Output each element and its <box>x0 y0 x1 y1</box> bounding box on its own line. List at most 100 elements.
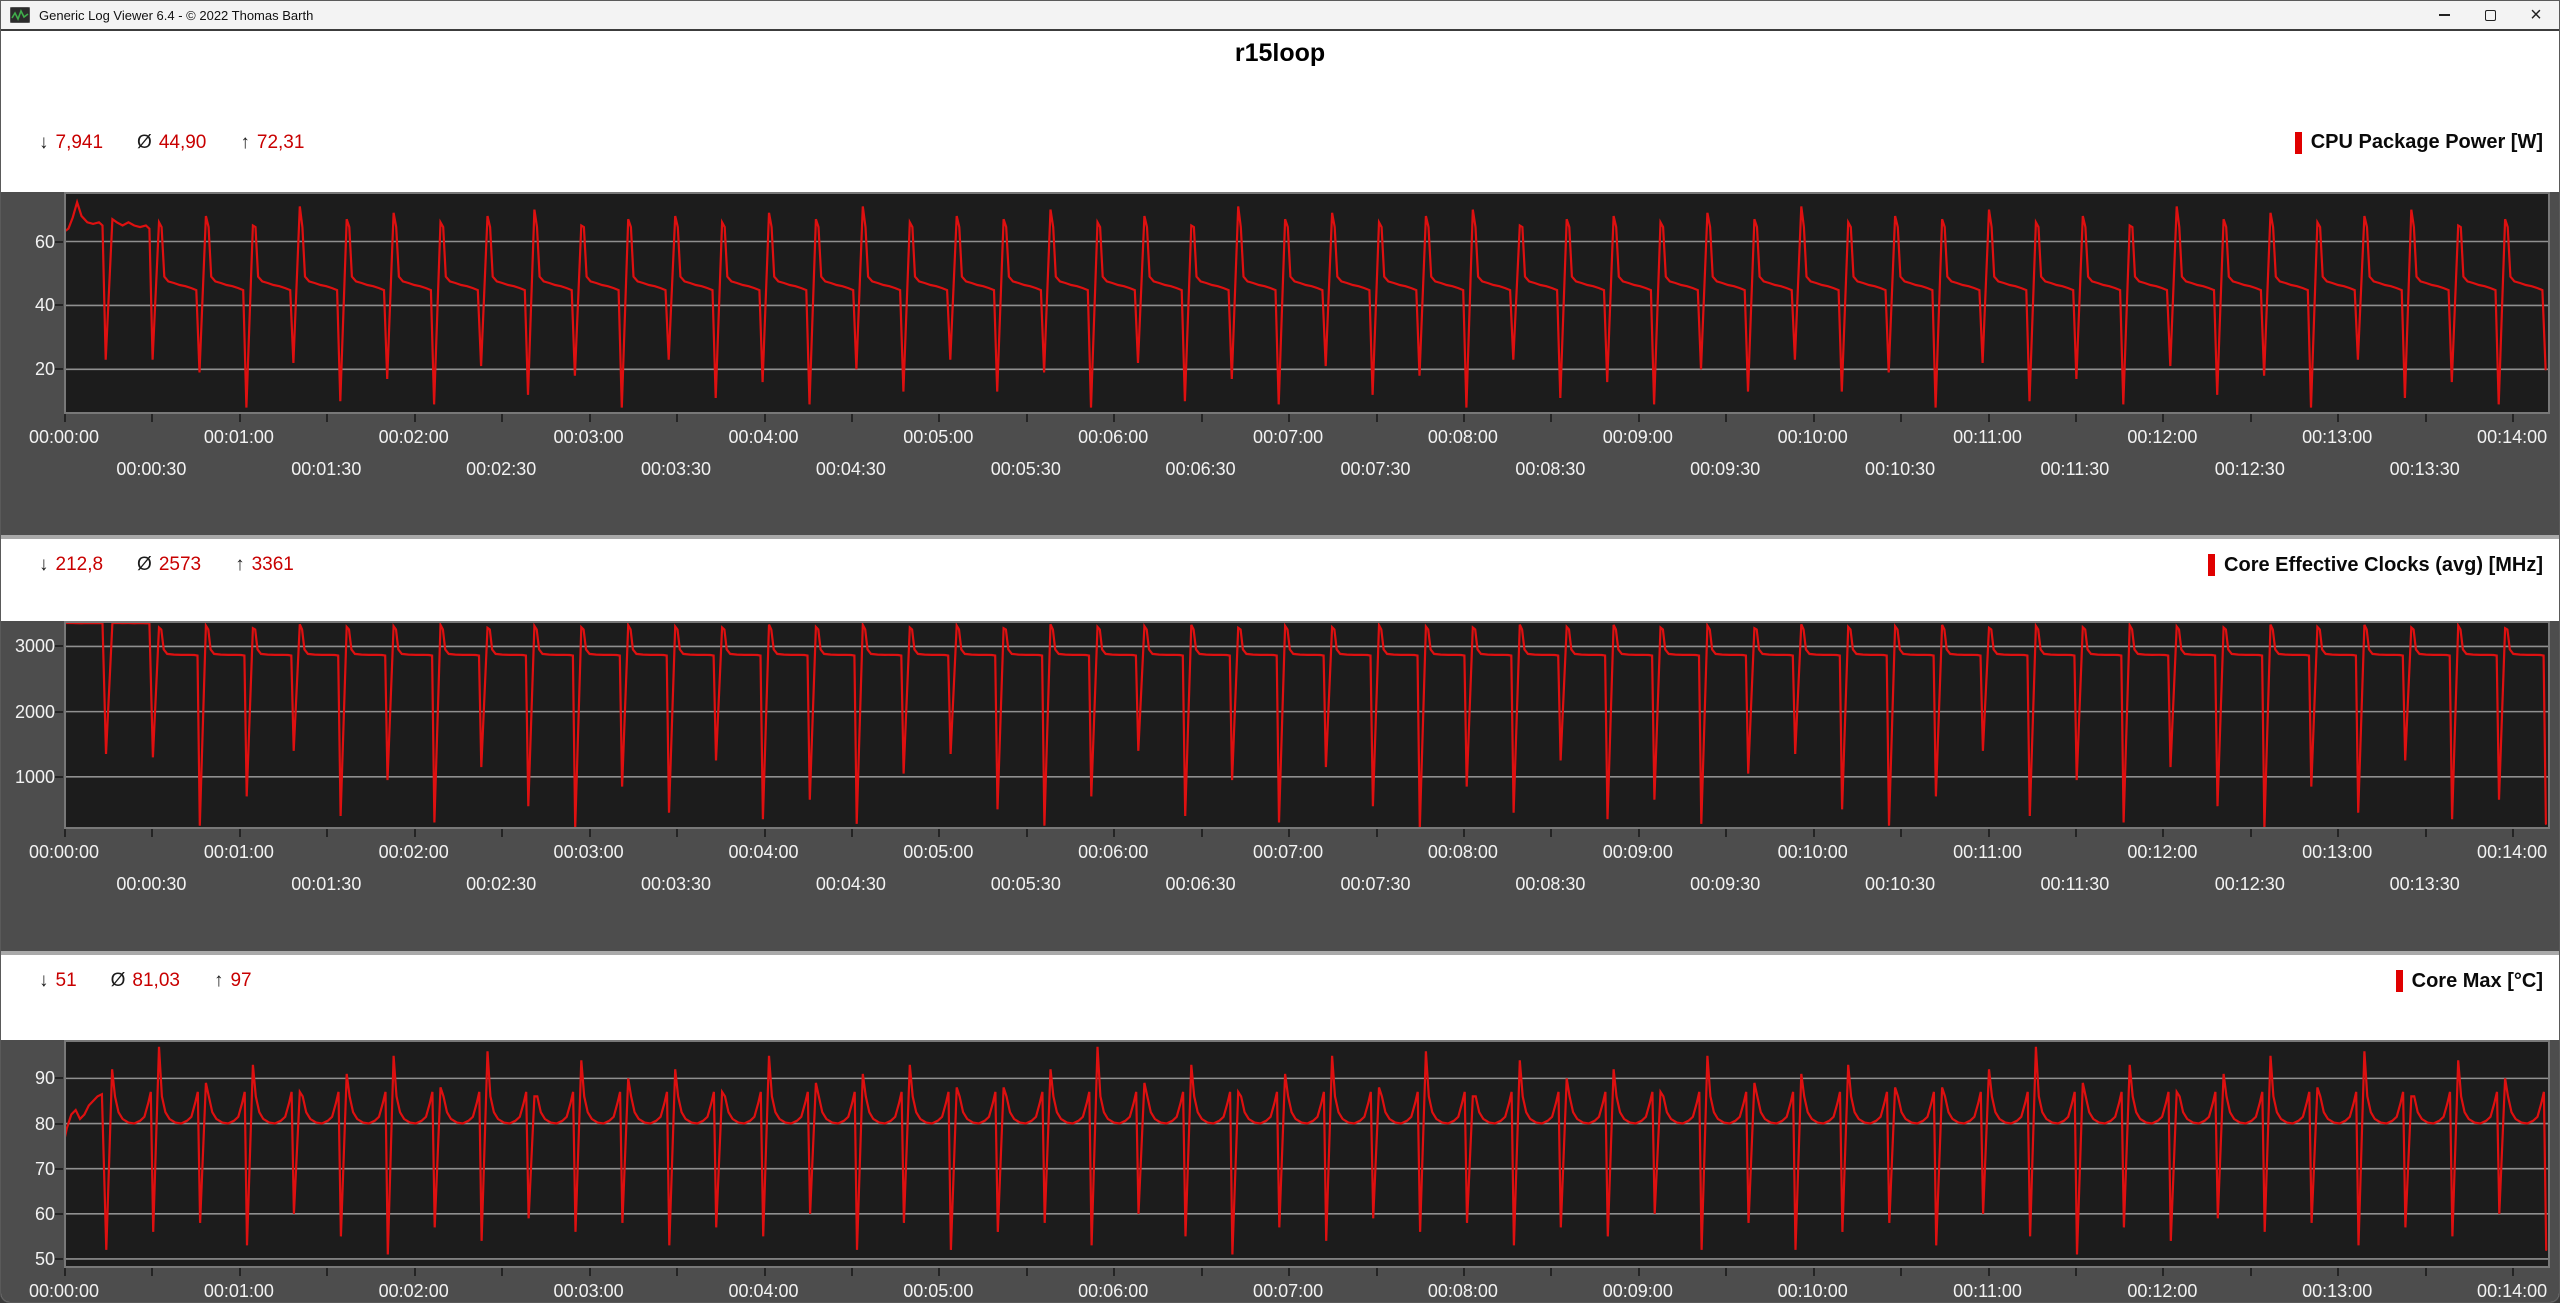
x-axis-tick-label: 00:11:00 <box>1953 1281 2022 1302</box>
app-window: Generic Log Viewer 6.4 - © 2022 Thomas B… <box>0 0 2560 1303</box>
x-axis-tick-label: 00:05:00 <box>903 842 973 863</box>
chart2-series-title: Core Effective Clocks (avg) [MHz] <box>2224 554 2543 577</box>
y-axis-tick <box>55 304 63 306</box>
x-axis-tick <box>1201 829 1203 837</box>
x-axis-tick <box>1113 1268 1115 1276</box>
titlebar: Generic Log Viewer 6.4 - © 2022 Thomas B… <box>1 1 2559 31</box>
chart1-series-title: CPU Package Power [W] <box>2311 131 2543 154</box>
chart1-avg-value: 44,90 <box>159 132 207 154</box>
x-axis-tick-label: 00:11:30 <box>2041 459 2110 480</box>
max-icon: ↑ <box>240 132 250 154</box>
chart1-plot[interactable]: 604020 <box>64 192 2550 414</box>
y-axis-tick-label: 40 <box>3 293 55 317</box>
x-axis-tick-label: 00:06:30 <box>1166 874 1236 895</box>
x-axis-tick-label: 00:14:00 <box>2477 842 2547 863</box>
series-color-bar <box>2295 132 2302 154</box>
series-color-bar <box>2208 554 2215 576</box>
x-axis-tick <box>1376 414 1378 422</box>
series-color-bar <box>2396 970 2403 992</box>
x-axis-tick-label: 00:04:30 <box>816 874 886 895</box>
x-axis-tick <box>1550 1268 1552 1276</box>
x-axis-tick-label: 00:01:00 <box>204 1281 274 1302</box>
x-axis-tick-label: 00:04:00 <box>728 1281 798 1302</box>
x-axis-tick <box>1900 1268 1902 1276</box>
x-axis-tick <box>414 1268 416 1276</box>
x-axis-tick-label: 00:09:00 <box>1603 842 1673 863</box>
x-axis-tick-label: 00:00:30 <box>116 874 186 895</box>
app-icon <box>10 7 30 23</box>
x-axis-tick <box>2250 1268 2252 1276</box>
x-axis-tick <box>1288 1268 1290 1276</box>
x-axis-tick <box>326 414 328 422</box>
x-axis-tick <box>239 1268 241 1276</box>
x-axis-tick <box>938 414 940 422</box>
y-axis-tick <box>55 1077 63 1079</box>
x-axis-tick-label: 00:10:00 <box>1778 1281 1848 1302</box>
x-axis-tick <box>1463 829 1465 837</box>
y-axis-tick <box>55 241 63 243</box>
header-band: r15loop ↓ 7,941 Ø 44,90 ↑ 72,31 CPU Pack… <box>1 31 2559 166</box>
y-axis-tick-label: 60 <box>3 1202 55 1226</box>
maximize-button[interactable] <box>2467 1 2513 29</box>
x-axis-tick <box>2425 1268 2427 1276</box>
x-axis-tick <box>764 1268 766 1276</box>
close-icon: × <box>2530 5 2542 25</box>
x-axis-tick <box>64 414 66 422</box>
x-axis-tick <box>2250 414 2252 422</box>
x-axis-tick-label: 00:05:00 <box>903 1281 973 1302</box>
close-button[interactable]: × <box>2513 1 2559 29</box>
x-axis-tick <box>938 1268 940 1276</box>
x-axis-tick <box>2075 829 2077 837</box>
x-axis-tick-label: 00:13:00 <box>2302 427 2372 448</box>
x-axis-tick <box>1376 829 1378 837</box>
y-axis-tick <box>55 776 63 778</box>
chart3-min-value: 51 <box>56 970 77 992</box>
chart3-avg-value: 81,03 <box>132 970 180 992</box>
x-axis-tick <box>501 1268 503 1276</box>
x-axis-tick <box>501 829 503 837</box>
y-axis-tick-label: 2000 <box>3 700 55 724</box>
x-axis-tick-label: 00:14:00 <box>2477 427 2547 448</box>
x-axis-tick <box>851 414 853 422</box>
x-axis-tick-label: 00:07:30 <box>1340 459 1410 480</box>
x-axis-tick-label: 00:11:00 <box>1953 427 2022 448</box>
x-axis-tick-label: 00:04:00 <box>728 842 798 863</box>
chart3-xaxis-row1: 00:00:0000:01:0000:02:0000:03:0000:04:00… <box>1 1281 2559 1303</box>
x-axis-tick <box>2425 829 2427 837</box>
chart-canvas <box>64 1040 2550 1268</box>
chart2-stats-line: ↓ 212,8 Ø 2573 ↑ 3361 Core Effective Clo… <box>1 554 2559 577</box>
chart2-avg-value: 2573 <box>159 554 201 576</box>
chart3-plot[interactable]: 9080706050 <box>64 1040 2550 1268</box>
x-axis-tick-label: 00:03:30 <box>641 459 711 480</box>
x-axis-tick <box>764 414 766 422</box>
y-axis-tick <box>55 1168 63 1170</box>
x-axis-tick <box>1201 414 1203 422</box>
chart2-xaxis-row2: 00:00:3000:01:3000:02:3000:03:3000:04:30… <box>1 874 2559 898</box>
x-axis-tick <box>2337 414 2339 422</box>
x-axis-tick <box>64 829 66 837</box>
x-axis-tick <box>2162 414 2164 422</box>
x-axis-tick <box>1988 414 1990 422</box>
chart1-xaxis-row1: 00:00:0000:01:0000:02:0000:03:0000:04:00… <box>1 427 2559 451</box>
chart3-max-value: 97 <box>230 970 251 992</box>
min-icon: ↓ <box>39 554 49 576</box>
x-axis-tick-label: 00:01:30 <box>291 874 361 895</box>
x-axis-tick-label: 00:10:30 <box>1865 874 1935 895</box>
x-axis-tick <box>1813 1268 1815 1276</box>
x-axis-tick <box>1988 1268 1990 1276</box>
minimize-button[interactable] <box>2421 1 2467 29</box>
x-axis-tick-label: 00:05:00 <box>903 427 973 448</box>
chart-canvas <box>64 192 2550 414</box>
chart3-panel: 9080706050 00:00:0000:01:0000:02:0000:03… <box>1 1040 2559 1303</box>
x-axis-tick <box>1550 829 1552 837</box>
max-icon: ↑ <box>214 970 224 992</box>
x-axis-tick <box>851 829 853 837</box>
x-axis-tick <box>2075 414 2077 422</box>
avg-icon: Ø <box>137 132 152 154</box>
x-axis-tick-label: 00:06:30 <box>1166 459 1236 480</box>
y-axis-tick <box>55 1258 63 1260</box>
x-axis-tick-label: 00:05:30 <box>991 874 1061 895</box>
x-axis-tick-label: 00:04:30 <box>816 459 886 480</box>
chart2-plot[interactable]: 300020001000 <box>64 621 2550 829</box>
x-axis-tick-label: 00:00:00 <box>29 1281 99 1302</box>
